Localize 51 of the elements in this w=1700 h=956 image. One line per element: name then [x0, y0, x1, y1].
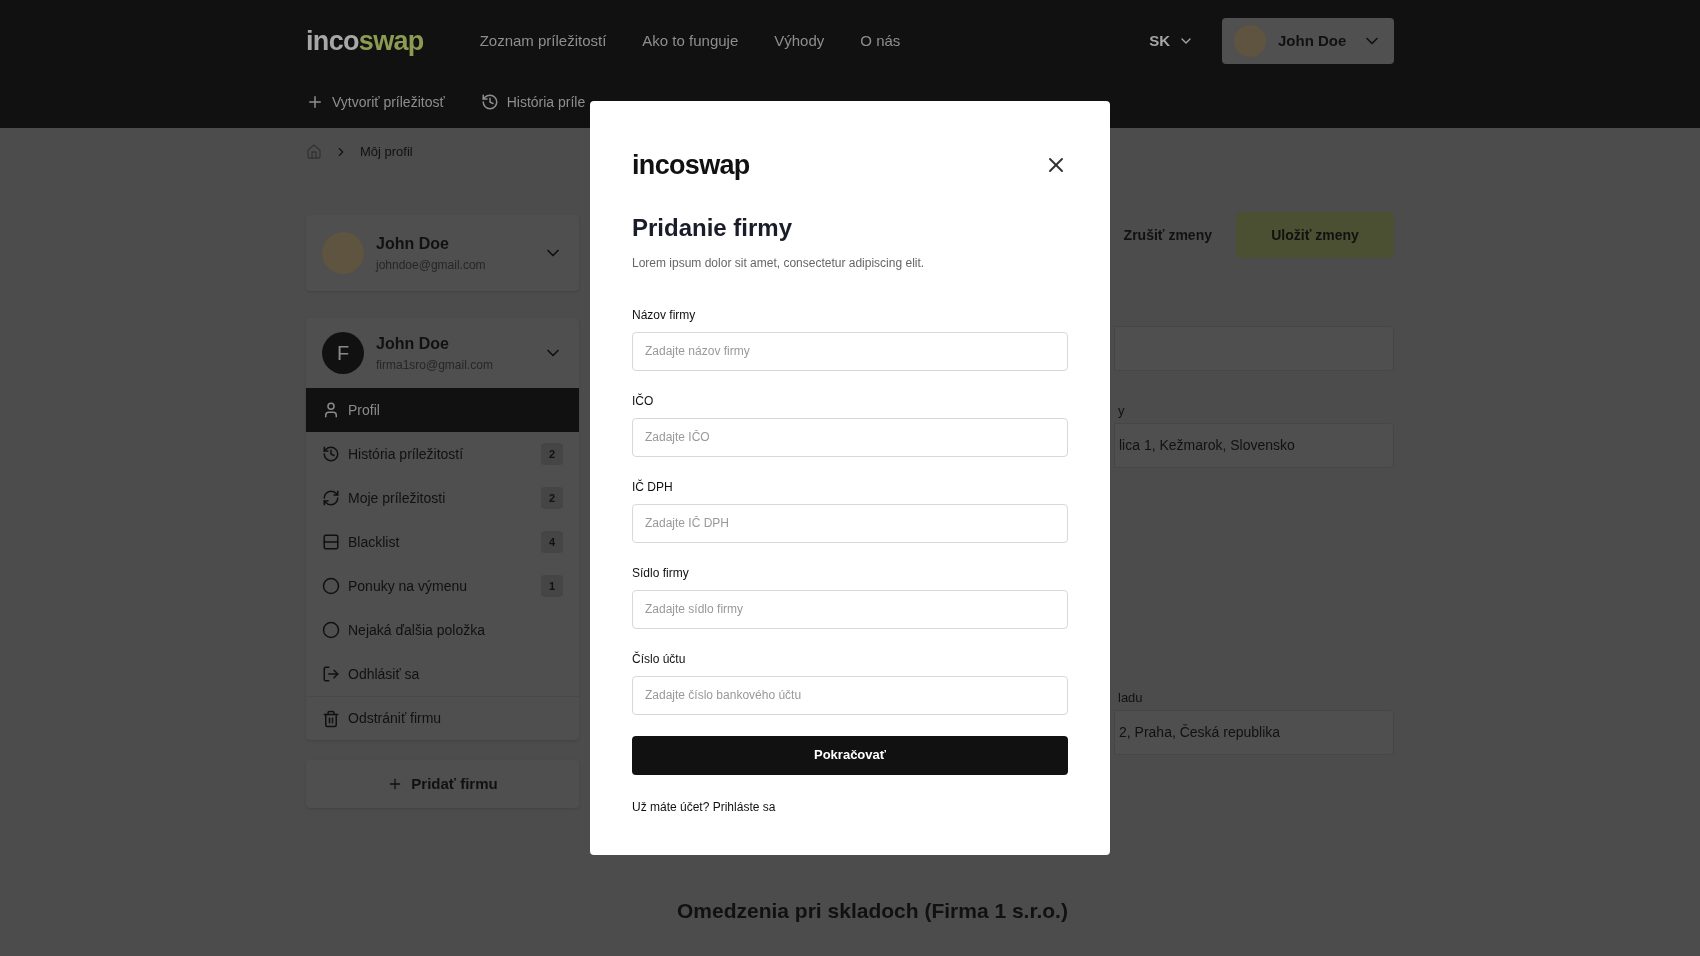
nav-link[interactable]: O nás — [860, 29, 901, 53]
sidebar-menu-item[interactable]: Profil — [306, 388, 579, 432]
subnav-link[interactable]: História príle — [480, 91, 586, 113]
company-initial-avatar: F — [322, 332, 364, 374]
text-input[interactable]: Zadajte sídlo firmy — [632, 589, 1068, 629]
dialog-logo: incoswap — [632, 149, 750, 182]
subnav-link[interactable]: Vytvoriť príležitosť — [306, 91, 445, 113]
field-label: Názov firmy — [632, 306, 697, 324]
nav-link[interactable]: Výhody — [774, 29, 825, 53]
user-name: John Doe — [376, 234, 450, 254]
trash-icon — [322, 709, 340, 728]
sidebar-menu-item[interactable]: Odstrániť firmu — [306, 696, 579, 740]
nav-link[interactable]: Zoznam príležitostí — [479, 29, 607, 53]
field-label: IČ DPH — [632, 478, 674, 496]
dialog-title: Pridanie firmy — [632, 212, 794, 243]
field-label: IČO — [632, 392, 655, 410]
text-input[interactable]: Zadajte IČ DPH — [632, 503, 1068, 543]
cancel-button[interactable]: Zrušiť zmeny — [1123, 224, 1212, 246]
text-field[interactable]: 2, Praha, Česká republika — [1114, 710, 1394, 755]
login-prompt[interactable]: Už máte účet? Prihláste sa — [632, 797, 1068, 816]
section-title: Omedzenia pri skladoch (Firma 1 s.r.o.) — [677, 898, 1069, 924]
field-label: ladu — [1117, 689, 1144, 707]
logout-icon — [322, 665, 340, 683]
home-icon[interactable] — [306, 144, 322, 160]
nav-link[interactable]: Ako to funguje — [642, 29, 739, 53]
add-company-button[interactable]: Pridať firmu — [306, 760, 579, 808]
dialog-subtitle: Lorem ipsum dolor sit amet, consectetur adipiscing elit. — [632, 254, 926, 272]
continue-button[interactable]: Pokračovať — [632, 735, 1068, 775]
text-input[interactable]: Zadajte IČO — [632, 417, 1068, 457]
logo[interactable]: incoswap — [306, 20, 424, 62]
text-input[interactable]: Zadajte názov firmy — [632, 331, 1068, 371]
text-input[interactable]: Zadajte číslo bankového účtu — [632, 675, 1068, 715]
user-icon — [322, 401, 340, 419]
refresh-icon — [322, 489, 340, 507]
plus-icon — [306, 93, 324, 111]
company-name: John Doe — [376, 334, 450, 354]
breadcrumb-link[interactable]: Môj profil — [360, 142, 413, 162]
circle-icon — [322, 621, 340, 639]
field-label: y — [1117, 402, 1126, 420]
field-label: Číslo účtu — [632, 650, 687, 668]
history-icon — [322, 445, 340, 463]
language-select[interactable]: SK — [1149, 29, 1194, 53]
circle-icon — [322, 577, 340, 595]
sidebar-menu-item[interactable]: Nejaká ďalšia položka — [306, 608, 579, 652]
save-button[interactable]: Uložiť zmeny — [1236, 212, 1394, 258]
history-icon — [480, 93, 499, 111]
text-field[interactable]: lica 1, Kežmarok, Slovensko — [1114, 423, 1394, 468]
sidebar-menu-item[interactable]: Odhlásiť sa — [306, 652, 579, 696]
rows-icon — [322, 533, 340, 551]
field-label: Sídlo firmy — [632, 564, 690, 582]
user-menu-button[interactable]: John Doe — [1222, 18, 1394, 64]
